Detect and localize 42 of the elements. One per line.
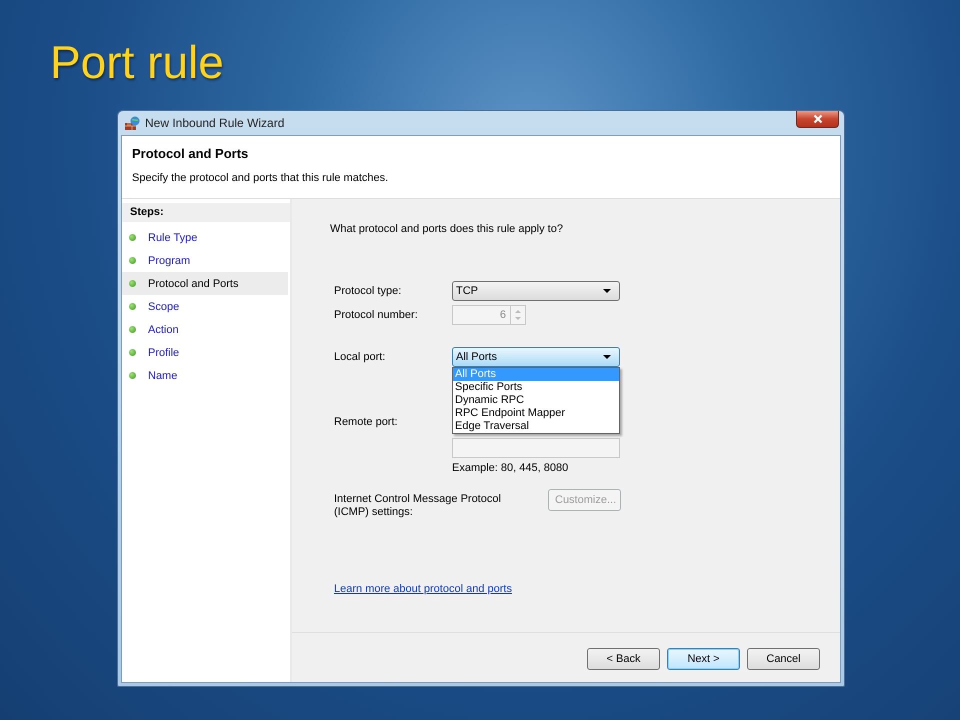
dialog-button[interactable]: < Back [587, 648, 660, 670]
dropdown-option[interactable]: Specific Ports [453, 381, 619, 394]
step-link[interactable]: Action [148, 324, 179, 336]
field-label: Protocol type: [334, 285, 402, 297]
step-link[interactable]: Profile [148, 346, 180, 358]
page-heading: Protocol and Ports [132, 146, 250, 161]
field-label: Protocol number: [334, 309, 419, 321]
status-dot-icon [129, 372, 136, 379]
slide-title: Port rule [50, 36, 225, 88]
spinner-arrows-icon[interactable] [510, 305, 526, 325]
dialog-button[interactable]: Cancel [747, 648, 820, 670]
status-dot-icon [129, 257, 136, 264]
step-label: Protocol and Ports [148, 278, 238, 290]
caret-icon [603, 289, 611, 293]
window-title: New Inbound Rule Wizard [145, 116, 284, 130]
step-link[interactable]: Scope [148, 300, 180, 312]
step-link[interactable]: Rule Type [148, 232, 198, 244]
status-dot-icon [129, 234, 136, 241]
question-text: What protocol and ports does this rule apply to? [330, 223, 564, 237]
page-description: Specify the protocol and ports that this rule matches. [132, 172, 390, 184]
protocol-type-dropdown[interactable]: TCP [452, 281, 620, 301]
dropdown-option[interactable]: Edge Traversal [453, 420, 619, 433]
step-link[interactable]: Name [148, 370, 178, 382]
dropdown-option[interactable]: Dynamic RPC [453, 394, 619, 407]
status-dot-icon [129, 349, 136, 356]
status-dot-icon [129, 303, 136, 310]
help-link[interactable]: Learn more about protocol and ports [334, 583, 512, 595]
dropdown-option[interactable]: RPC Endpoint Mapper [453, 407, 619, 420]
step-link[interactable]: Program [148, 254, 190, 266]
status-dot-icon [129, 326, 136, 333]
field-label: Remote port: [334, 416, 399, 428]
firewall-icon [124, 115, 140, 131]
steps-heading: Steps: [122, 203, 290, 222]
icmp-label: Internet Control Message Protocol (ICMP) settings: [334, 493, 502, 519]
dialog-button[interactable]: Next > [667, 648, 740, 670]
local-port-dropdown[interactable]: All Ports [452, 347, 620, 367]
example-text: Example: 80, 445, 8080 [452, 462, 568, 474]
close-button[interactable] [796, 111, 839, 128]
close-icon [812, 114, 822, 124]
field-label: Local port: [334, 351, 386, 363]
status-dot-icon [129, 280, 136, 287]
caret-icon [603, 355, 611, 359]
